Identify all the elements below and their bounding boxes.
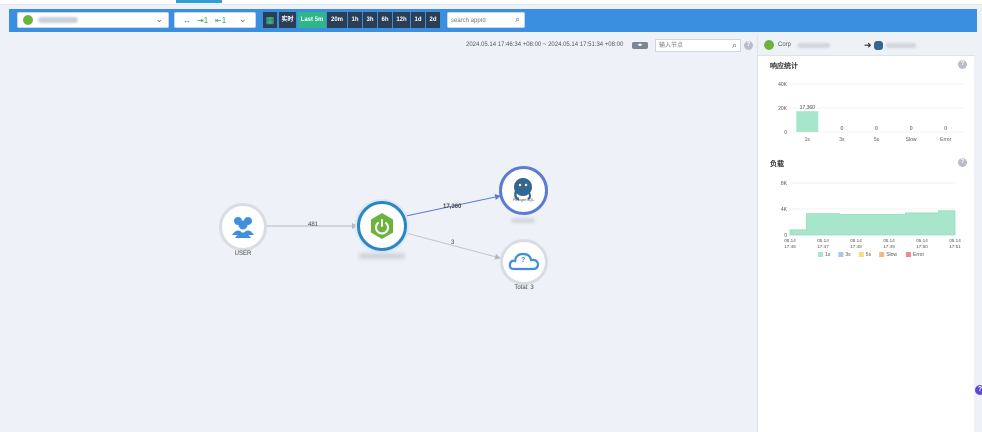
node-search[interactable]: ⌕ bbox=[655, 39, 741, 52]
x-tick-label: Slow bbox=[906, 137, 917, 143]
x-tick-date: 05.14 bbox=[784, 238, 796, 243]
application-node[interactable] bbox=[357, 201, 407, 251]
legend-swatch-error bbox=[906, 252, 911, 257]
edge-label-app-postgres: 17,360 bbox=[443, 204, 462, 210]
node-search-input[interactable] bbox=[659, 41, 723, 51]
search-icon[interactable]: ⌕ bbox=[732, 40, 737, 51]
x-tick-date: 05.14 bbox=[850, 238, 862, 243]
legend-label-error: Error bbox=[913, 252, 924, 258]
legend-swatch-5s bbox=[858, 252, 864, 257]
postgresql-name-redacted bbox=[511, 218, 535, 223]
question-mark-icon: ? bbox=[521, 257, 526, 264]
legend-swatch-3s bbox=[838, 252, 844, 257]
x-tick-time: 17:51 bbox=[949, 244, 961, 249]
help-icon[interactable]: ? bbox=[958, 60, 967, 69]
detail-panel: Corp ➜ 响应统计 ? 40K 20K 0 17,360 1s 0 3s 0 5s 0 Slow… bbox=[757, 35, 975, 432]
x-tick-time: 17:50 bbox=[916, 244, 928, 249]
application-name-redacted bbox=[359, 253, 405, 259]
bar-value-label: 0 bbox=[910, 126, 913, 132]
postgresql-elephant-icon bbox=[514, 178, 532, 201]
bar-value-label: 0 bbox=[944, 126, 947, 132]
legend-swatch-slow bbox=[879, 252, 885, 257]
x-tick-date: 05.14 bbox=[817, 238, 829, 243]
area-series-1s bbox=[789, 210, 956, 236]
x-tick-time: 17:49 bbox=[883, 244, 895, 249]
y-tick-label: 0 bbox=[784, 130, 787, 136]
user-node-label: USER bbox=[234, 251, 252, 257]
user-node[interactable] bbox=[219, 203, 267, 251]
bar-1s bbox=[796, 111, 819, 132]
legend-label-slow: Slow bbox=[886, 252, 897, 258]
panel-header: Corp ➜ bbox=[758, 35, 975, 56]
postgresql-node[interactable]: PostgreSQL bbox=[499, 166, 548, 215]
edge-label-user-app: 481 bbox=[308, 222, 319, 228]
source-app-name: Corp bbox=[778, 42, 792, 48]
x-tick-time: 17:46 bbox=[784, 244, 796, 249]
x-tick-label: 3s bbox=[839, 137, 845, 143]
time-range-text: 2024.05.14 17:46:34 +08:00 ~ 2024.05.14 … bbox=[466, 42, 624, 48]
legend-label-1s: 1s bbox=[825, 252, 831, 258]
response-summary-title: 响应统计 bbox=[770, 63, 798, 70]
legend-label-3s: 3s bbox=[845, 252, 851, 258]
source-name-redacted bbox=[798, 43, 830, 48]
y-tick-label: 4K bbox=[781, 207, 788, 213]
floating-help-button[interactable]: ? bbox=[975, 385, 982, 395]
x-tick-time: 17:47 bbox=[817, 244, 829, 249]
arrow-right-icon: ➜ bbox=[864, 40, 872, 50]
x-tick-label: 5s bbox=[874, 137, 880, 143]
cloud-node-label: Total: 3 bbox=[514, 285, 534, 291]
bar-value-label: 0 bbox=[875, 126, 878, 132]
users-icon bbox=[232, 217, 254, 238]
response-summary-chart: 40K 20K 0 17,360 1s 0 3s 0 5s 0 Slow 0 Error bbox=[778, 82, 963, 143]
y-tick-label: 40K bbox=[778, 82, 788, 88]
help-icon[interactable]: ? bbox=[958, 158, 967, 167]
y-tick-label: 8K bbox=[781, 181, 788, 187]
x-tick-time: 17:48 bbox=[850, 244, 862, 249]
x-tick-label: 1s bbox=[805, 137, 811, 143]
help-icon[interactable]: ? bbox=[744, 41, 753, 50]
y-tick-label: 20K bbox=[778, 106, 788, 112]
x-tick-date: 05.14 bbox=[949, 238, 961, 243]
postgresql-inner-label: PostgreSQL bbox=[512, 197, 535, 202]
time-shift-buttons[interactable]: ◂▸ bbox=[632, 42, 648, 49]
spring-boot-icon bbox=[764, 40, 774, 50]
legend-swatch-1s bbox=[818, 252, 823, 257]
x-tick-label: Error bbox=[940, 137, 951, 143]
target-name-redacted bbox=[886, 43, 916, 48]
x-tick-date: 05.14 bbox=[916, 238, 928, 243]
x-tick-date: 05.14 bbox=[883, 238, 895, 243]
bar-value-label: 0 bbox=[841, 126, 844, 132]
spring-boot-icon bbox=[371, 213, 393, 239]
load-chart-title: 负载 bbox=[770, 161, 784, 168]
postgresql-icon bbox=[874, 41, 883, 50]
legend-label-5s: 5s bbox=[866, 252, 872, 258]
unknown-cloud-node[interactable]: ? bbox=[500, 239, 548, 285]
edge-label-app-cloud: 3 bbox=[451, 240, 455, 246]
bar-value-label: 17,360 bbox=[800, 105, 816, 111]
load-chart: 8K4K005.1417:4605.1417:4705.1417:4805.14… bbox=[781, 181, 961, 258]
